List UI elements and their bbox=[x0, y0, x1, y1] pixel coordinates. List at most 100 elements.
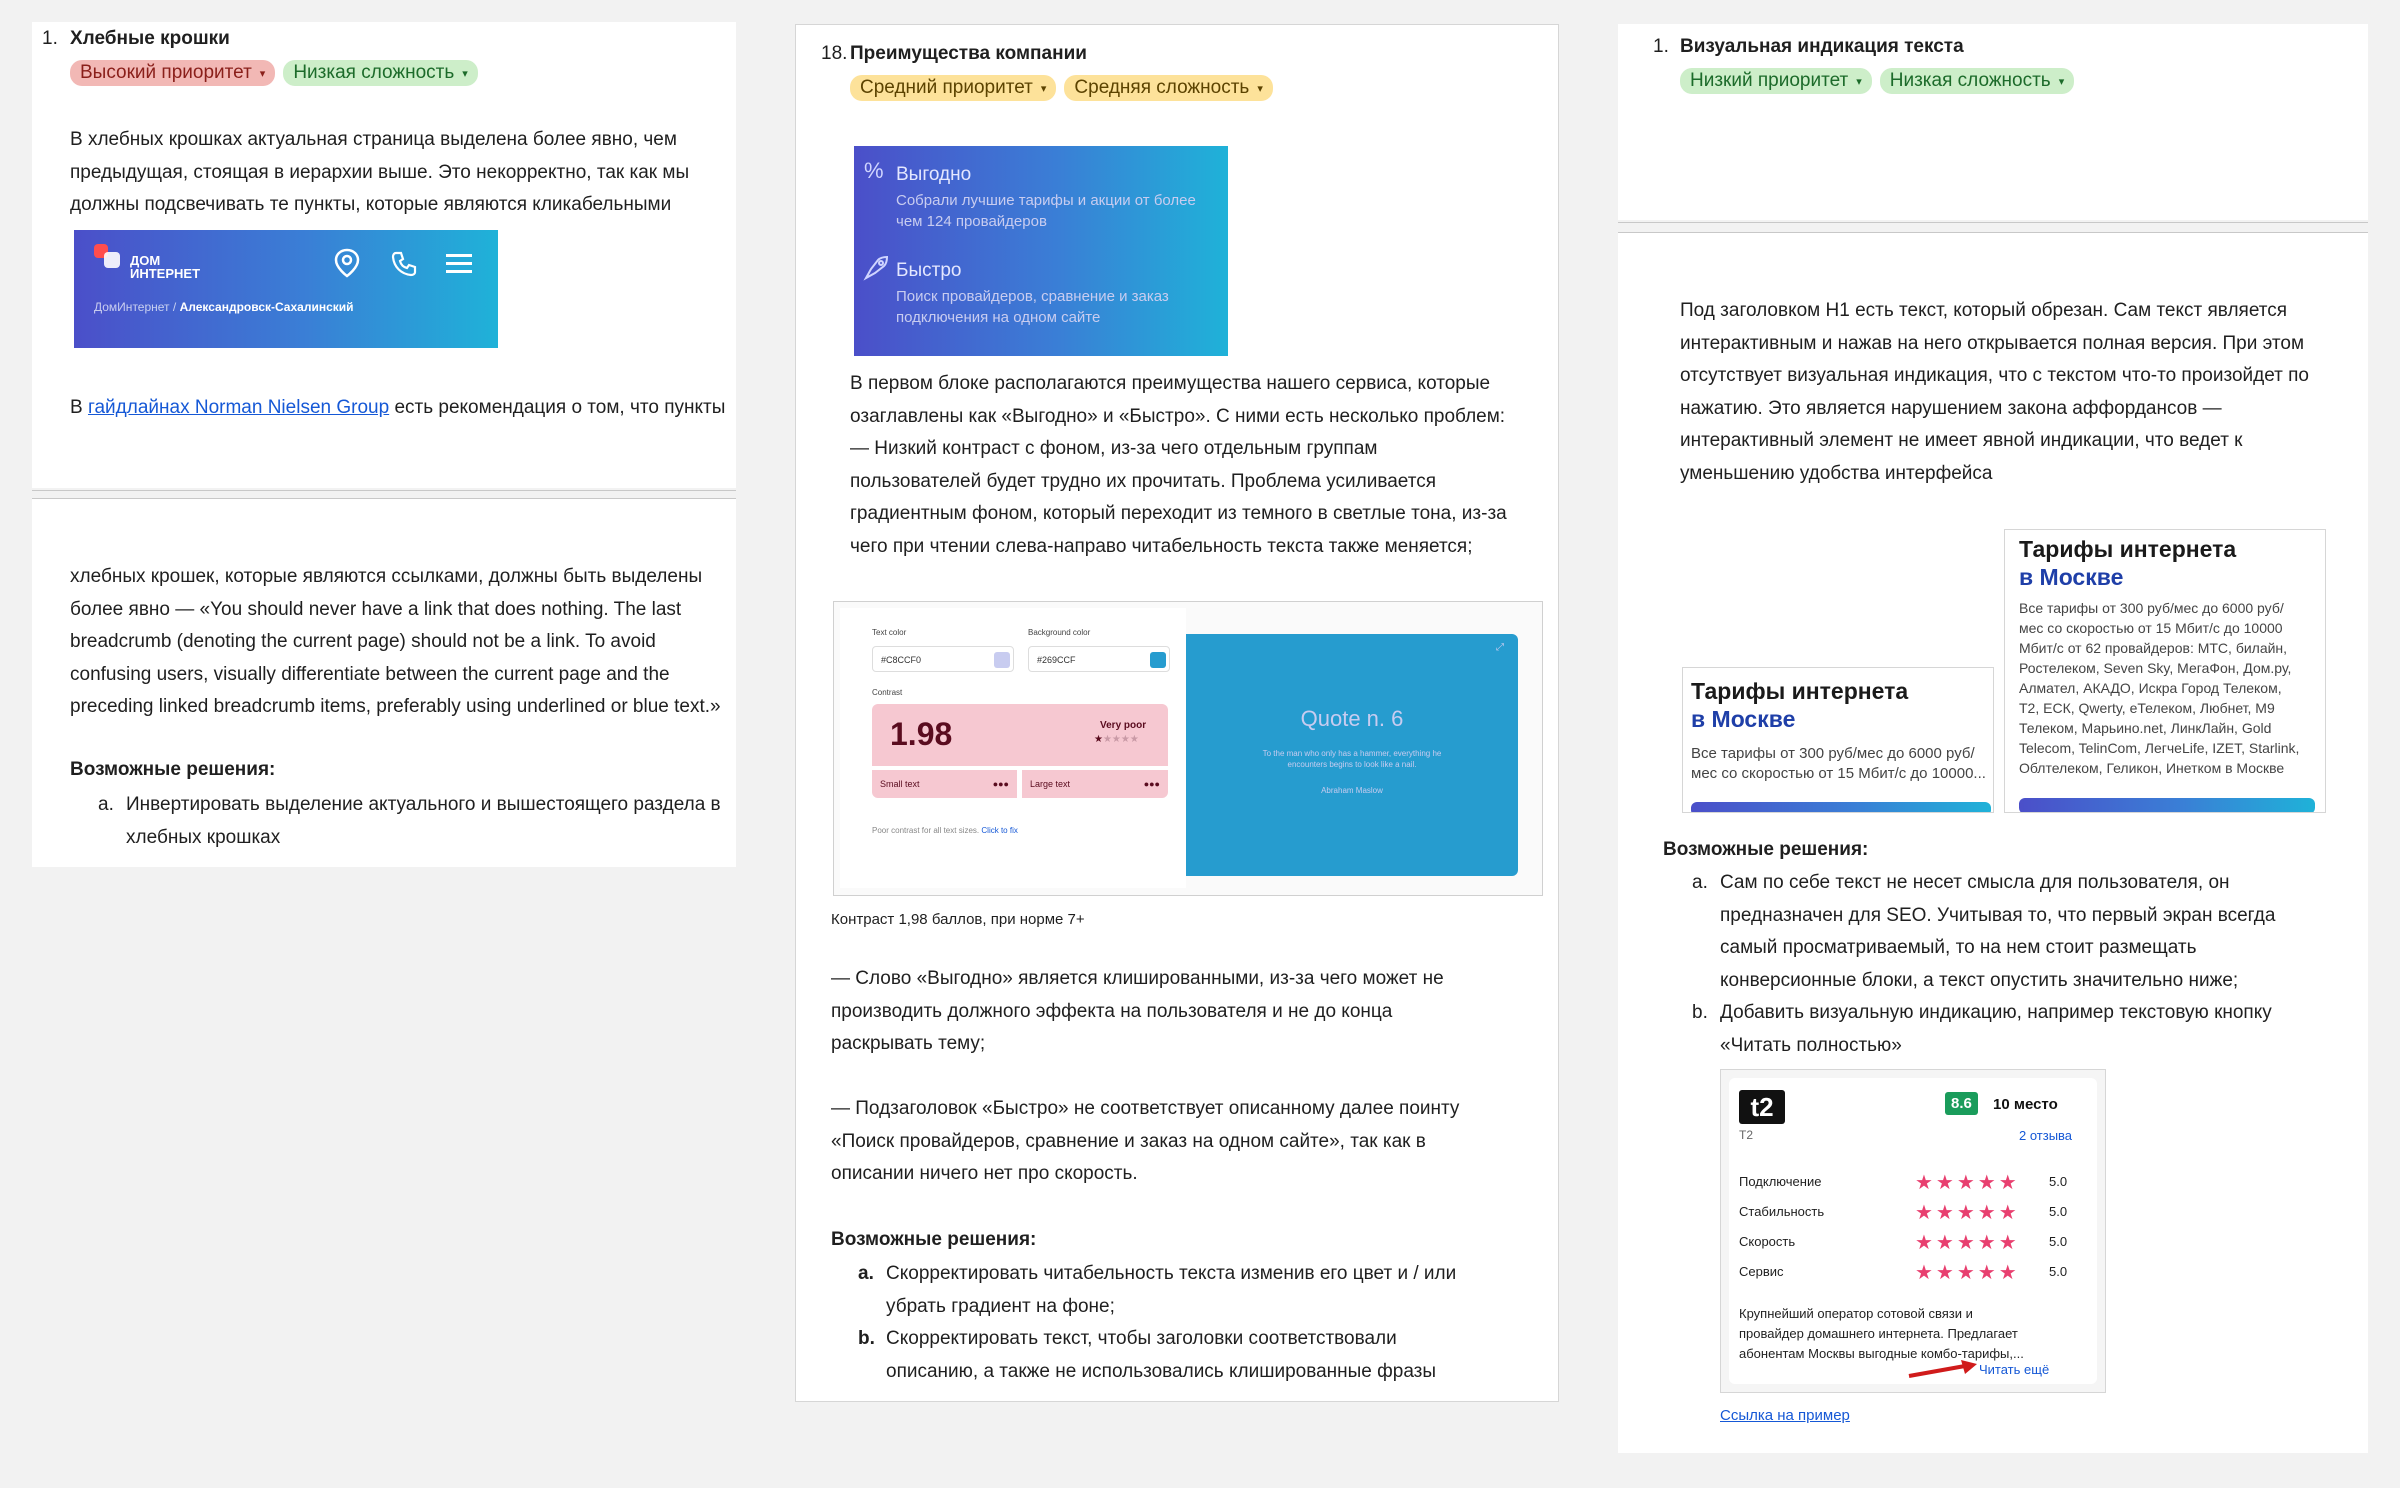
rating-row: Стабильность ★★★★★ 5.0 bbox=[1739, 1202, 2068, 1224]
bg-color-input[interactable]: #269CCF bbox=[1028, 646, 1170, 672]
complexity-chip[interactable]: Низкая сложность ▾ bbox=[1879, 68, 2075, 94]
paragraph: В хлебных крошках актуальная страница вы… bbox=[70, 129, 690, 215]
star-rating: ★★★★★ bbox=[1915, 1262, 2020, 1284]
middle-page: 18. Преимущества компании Средний приори… bbox=[795, 24, 1559, 1402]
snippet-text[interactable]: Все тарифы от 300 руб/мес до 6000 руб/ м… bbox=[2019, 598, 2299, 778]
read-more-link[interactable]: Читать ещё bbox=[1979, 1362, 2049, 1377]
item-number: 1. bbox=[42, 28, 58, 49]
solution-item: b. Скорректировать текст, чтобы заголовк… bbox=[858, 1328, 1437, 1382]
chevron-down-icon: ▾ bbox=[1040, 82, 1047, 95]
paragraph: Под заголовком H1 есть текст, который об… bbox=[1680, 300, 2310, 484]
chevron-down-icon: ▾ bbox=[2058, 75, 2065, 88]
item-number: 18. bbox=[821, 43, 848, 64]
tag-chips: Средний приоритет ▾ Средняя сложность ▾ bbox=[850, 75, 1273, 101]
arrow-icon bbox=[1908, 1360, 1977, 1378]
breadcrumb-parent[interactable]: ДомИнтернет / bbox=[94, 300, 176, 314]
quote-paragraph: хлебных крошек, которые являются ссылкам… bbox=[70, 566, 721, 717]
provider-card-screenshot: t2 T2 8.6 10 место 2 отзыва Подключение … bbox=[1720, 1069, 2106, 1393]
label: Contrast bbox=[872, 688, 903, 697]
right-page-bottom: Под заголовком H1 есть текст, который об… bbox=[1618, 233, 2368, 1453]
solutions-heading: Возможные решения: bbox=[831, 1229, 1037, 1250]
rank-label: 10 место bbox=[1993, 1096, 2058, 1113]
section-title: Хлебные крошки bbox=[70, 28, 230, 49]
priority-chip[interactable]: Низкий приоритет ▾ bbox=[1680, 68, 1872, 94]
solutions-heading: Возможные решения: bbox=[70, 759, 276, 780]
reviews-link[interactable]: 2 отзыва bbox=[2019, 1128, 2072, 1143]
label: Background color bbox=[1028, 628, 1091, 637]
rating-row: Скорость ★★★★★ 5.0 bbox=[1739, 1232, 2068, 1254]
text-color-swatch[interactable] bbox=[994, 652, 1010, 668]
snippet-title: Тарифы интернета bbox=[2019, 536, 2237, 562]
quote-preview: ⤢ Quote n. 6 To the man who only has a h… bbox=[1186, 634, 1518, 876]
paragraph: — Подзаголовок «Быстро» не соответствует… bbox=[831, 1098, 1460, 1184]
left-page-top: 1. Хлебные крошки Высокий приоритет ▾ Низ… bbox=[32, 22, 736, 488]
complexity-chip[interactable]: Низкая сложность ▾ bbox=[283, 60, 478, 86]
contrast-rating: Very poor bbox=[1100, 720, 1147, 731]
small-text-result: Small text ●●● bbox=[872, 770, 1017, 798]
expand-icon[interactable]: ⤢ bbox=[1496, 642, 1504, 653]
quote-author: Abraham Maslow bbox=[1321, 786, 1383, 795]
score-badge: 8.6 bbox=[1945, 1092, 1978, 1115]
expanded-snippet-card: Тарифы интернета в Москве Все тарифы от … bbox=[2004, 529, 2326, 813]
paragraph: В гайдлайнах Norman Nielsen Group есть р… bbox=[70, 397, 726, 418]
percent-icon: % bbox=[864, 158, 884, 183]
page-divider bbox=[1618, 222, 2368, 223]
breadcrumb: ДомИнтернет / Александровск-Сахалинский bbox=[94, 300, 354, 314]
contrast-ratio: 1.98 bbox=[890, 716, 953, 752]
complexity-chip[interactable]: Средняя сложность ▾ bbox=[1064, 75, 1273, 101]
label: Text color bbox=[872, 628, 907, 637]
tag-chips: Низкий приоритет ▾ Низкая сложность ▾ bbox=[1680, 68, 2075, 94]
click-to-fix-link[interactable]: Click to fix bbox=[981, 826, 1017, 835]
example-link[interactable]: Ссылка на пример bbox=[1720, 1407, 1850, 1424]
rating-row: Сервис ★★★★★ 5.0 bbox=[1739, 1262, 2068, 1284]
chevron-down-icon: ▾ bbox=[1257, 82, 1263, 95]
star-rating: ★★★★★ bbox=[1915, 1172, 2020, 1194]
solutions-heading: Возможные решения: bbox=[1663, 839, 1869, 860]
solution-item: b. Добавить визуальную индикацию, наприм… bbox=[1692, 1002, 2272, 1056]
rating-stars: ★★★★★ bbox=[1094, 734, 1139, 745]
page-divider bbox=[32, 490, 736, 491]
star-rating: ★★★★★ bbox=[1915, 1202, 2020, 1224]
quote-title: Quote n. 6 bbox=[1300, 706, 1404, 731]
advantage-text: Собрали лучшие тарифы и акции от более ч… bbox=[896, 192, 1196, 230]
tag-chips: Высокий приоритет ▾ Низкая сложность ▾ bbox=[70, 60, 478, 86]
solution-item: a. Сам по себе текст не несет смысла для… bbox=[1692, 872, 2276, 991]
breadcrumb-screenshot: ДОМ ИНТЕРНЕТ ДомИнтернет / Александровск… bbox=[74, 230, 498, 348]
advantage-text: Поиск провайдеров, сравнение и заказ под… bbox=[896, 288, 1169, 326]
snippet-title: Тарифы интернета bbox=[1691, 678, 1909, 704]
large-text-result: Large text ●●● bbox=[1022, 770, 1168, 798]
location-icon[interactable] bbox=[334, 248, 360, 278]
advantages-screenshot: % Выгодно Собрали лучшие тарифы и акции … bbox=[854, 146, 1228, 356]
snippet-subtitle: в Москве bbox=[1691, 706, 1796, 732]
provider-description: Крупнейший оператор сотовой связи и пров… bbox=[1739, 1306, 2024, 1361]
contrast-result: 1.98 Very poor ★★★★★ bbox=[872, 704, 1168, 766]
quote-text: To the man who only has a hammer, everyt… bbox=[1262, 749, 1442, 769]
paragraph: В первом блоке располагаются преимуществ… bbox=[850, 373, 1507, 557]
advantage-title: Быстро bbox=[896, 260, 962, 281]
section-title: Преимущества компании bbox=[850, 43, 1087, 64]
provider-name: T2 bbox=[1739, 1128, 1754, 1142]
snippet-text[interactable]: Все тарифы от 300 руб/мес до 6000 руб/ м… bbox=[1691, 744, 1986, 784]
breadcrumb-current: Александровск-Сахалинский bbox=[179, 300, 354, 314]
t2-logo: t2 bbox=[1739, 1090, 1785, 1124]
priority-chip[interactable]: Средний приоритет ▾ bbox=[850, 75, 1057, 101]
brand-line-2: ИНТЕРНЕТ bbox=[130, 266, 201, 281]
text-color-input[interactable]: #C8CCF0 bbox=[872, 646, 1014, 672]
contrast-footer: Poor contrast for all text sizes. Click … bbox=[872, 826, 1018, 835]
dom-internet-logo bbox=[94, 244, 122, 272]
paragraph: — Слово «Выгодно» является клишированным… bbox=[831, 968, 1444, 1054]
solution-item: a. Скорректировать читабельность текста … bbox=[858, 1263, 1457, 1317]
section-title: Визуальная индикация текста bbox=[1680, 36, 1964, 57]
priority-chip[interactable]: Высокий приоритет ▾ bbox=[70, 60, 276, 86]
rating-row: Подключение ★★★★★ 5.0 bbox=[1739, 1172, 2068, 1194]
left-page-bottom: хлебных крошек, которые являются ссылкам… bbox=[32, 499, 736, 867]
right-page-top: 1. Визуальная индикация текста Низкий пр… bbox=[1618, 24, 2368, 220]
item-number: 1. bbox=[1653, 36, 1669, 57]
bg-color-swatch[interactable] bbox=[1150, 652, 1166, 668]
rocket-icon bbox=[863, 255, 889, 281]
menu-icon[interactable] bbox=[446, 252, 472, 276]
snippet-subtitle: в Москве bbox=[2019, 564, 2124, 590]
nng-guideline-link[interactable]: гайдлайнах Norman Nielsen Group bbox=[88, 397, 389, 418]
chevron-down-icon: ▾ bbox=[1856, 75, 1862, 88]
phone-icon[interactable] bbox=[390, 250, 418, 278]
